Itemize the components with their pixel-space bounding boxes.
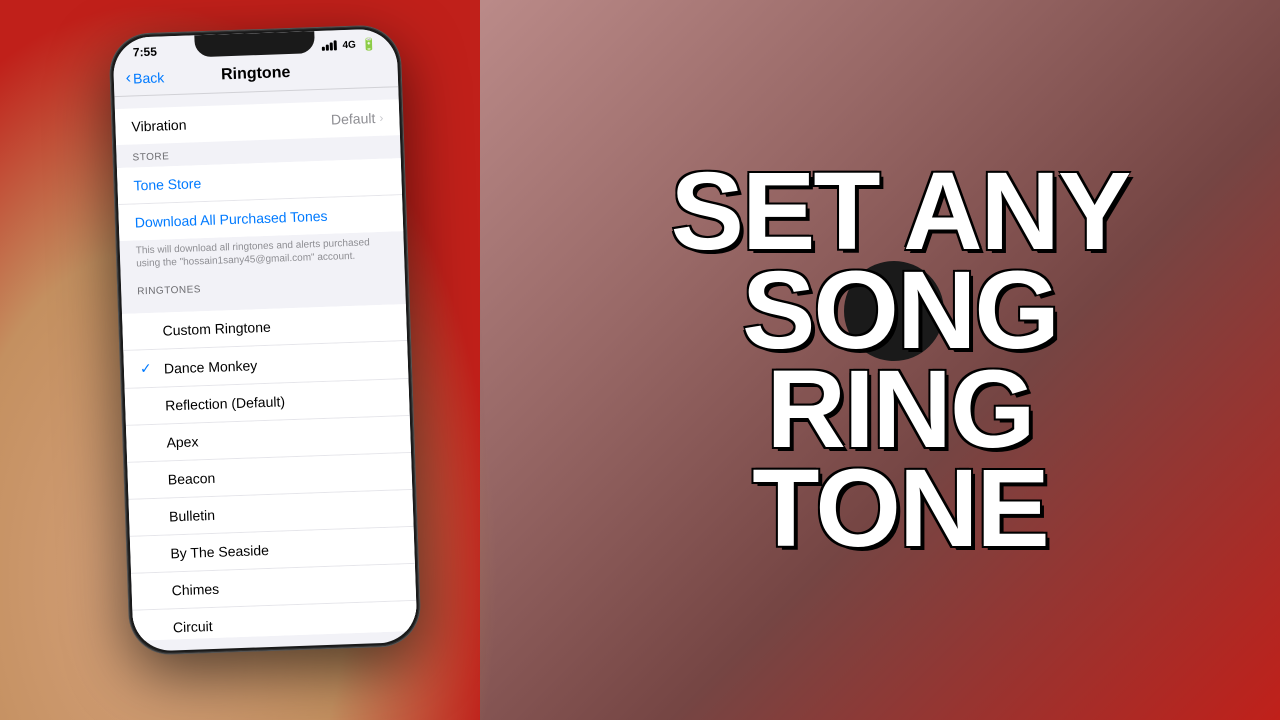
phone-notch [194, 31, 315, 57]
ringtone-name: Apex [166, 433, 198, 450]
battery-icon: 🔋 [362, 37, 377, 52]
overlay-line2: SONG [560, 261, 1240, 360]
phone-device: 7:55 4G 🔋 ‹ Back Ri [109, 25, 420, 655]
vibration-value: Default [331, 110, 376, 128]
overlay-text-container: SET ANY SONG RING TONE [560, 162, 1240, 558]
checkmark-icon [141, 406, 157, 407]
back-arrow-icon: ‹ [125, 70, 131, 88]
network-type: 4G [342, 39, 356, 50]
back-label: Back [133, 69, 165, 86]
checkmark-icon [144, 480, 160, 481]
ringtone-name: Dance Monkey [164, 357, 258, 376]
checkmark-icon [148, 591, 164, 592]
status-time: 7:55 [133, 45, 158, 60]
ringtone-name: Bulletin [169, 507, 215, 525]
ringtones-group: Custom Ringtone ✓ Dance Monkey Reflection (… [122, 304, 417, 641]
ringtone-name: Custom Ringtone [162, 319, 271, 339]
phone-screen: 7:55 4G 🔋 ‹ Back Ri [112, 28, 417, 652]
status-icons: 4G 🔋 [321, 37, 377, 53]
ringtone-name: By The Seaside [170, 542, 269, 561]
checkmark-icon [149, 628, 165, 629]
tone-store-label: Tone Store [133, 175, 201, 193]
download-tones-label: Download All Purchased Tones [135, 208, 328, 231]
checkmark-icon [145, 517, 161, 518]
overlay-line4: TONE [560, 459, 1240, 558]
vibration-label: Vibration [131, 117, 187, 135]
store-group: Tone Store Download All Purchased Tones [117, 158, 403, 241]
ringtone-name: Circuit [173, 618, 213, 635]
ringtone-name: Reflection (Default) [165, 393, 285, 413]
checkmark-icon [146, 554, 162, 555]
ringtone-name: Chimes [171, 581, 219, 599]
back-button[interactable]: ‹ Back [125, 68, 164, 87]
vibration-value-container: Default › [331, 110, 384, 128]
phone-body: 7:55 4G 🔋 ‹ Back Ri [109, 25, 420, 655]
ringtone-name: Beacon [168, 470, 216, 488]
checkmark-icon: ✓ [140, 360, 157, 378]
signal-icon [321, 40, 336, 51]
checkmark-icon [139, 331, 155, 332]
overlay-line3: RING [560, 360, 1240, 459]
vibration-chevron-icon: › [379, 111, 383, 125]
settings-content: Vibration Default › STORE Tone Store Dow… [114, 87, 417, 641]
checkmark-icon [143, 443, 159, 444]
page-title: Ringtone [221, 64, 291, 84]
overlay-line1: SET ANY [560, 162, 1240, 261]
